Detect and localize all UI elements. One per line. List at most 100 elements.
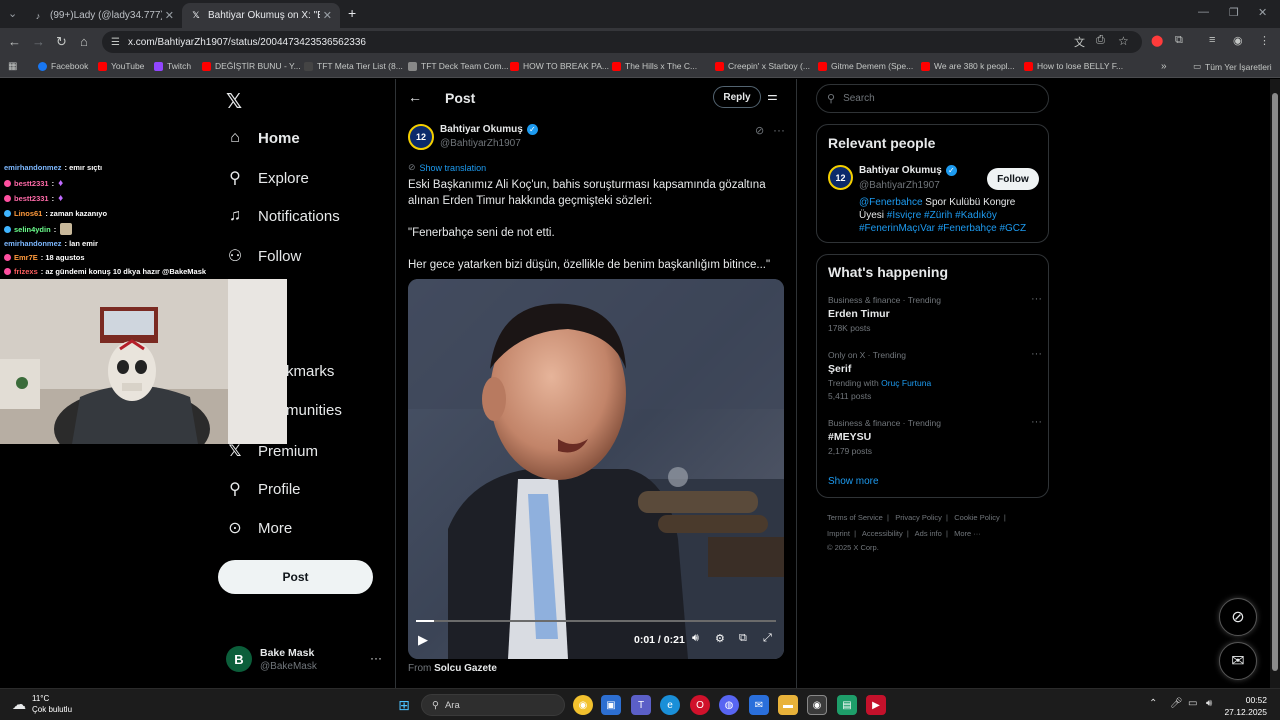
discord-icon[interactable]: ◍ [719,695,739,715]
picture-in-picture-icon[interactable]: ⧉ [739,632,747,645]
back-icon[interactable]: ← [8,34,21,49]
media-controls-icon[interactable]: ≡ [1209,34,1215,46]
edge-icon[interactable]: e [660,695,680,715]
more-dots-icon[interactable]: ··· [1031,348,1042,360]
bookmark-item[interactable]: Gitme Demem (Spe... [818,61,913,71]
trend-item[interactable]: Business & finance · Trending #MEYSU 2,1… [828,416,1042,456]
bookmark-item[interactable]: Facebook [38,61,88,71]
grok-icon[interactable]: ⊘ [755,124,764,137]
network-icon[interactable]: ▭ [1188,698,1197,709]
avatar[interactable]: 12 [408,124,434,150]
trend-item[interactable]: Only on X · Trending Şerif Trending with… [828,348,1042,401]
reply-button[interactable]: Reply [713,86,761,108]
media-player-icon[interactable]: ▶ [866,695,886,715]
more-dots-icon[interactable]: ··· [1031,293,1042,305]
tab-search-icon[interactable]: ⌄ [8,7,17,20]
footer-links[interactable]: Imprint | Accessibility | Ads info | Mor… [827,529,981,538]
trending-with-link[interactable]: Oruç Furtuna [881,378,931,388]
install-icon[interactable]: ⎙ [1096,34,1105,47]
person-handle[interactable]: @BahtiyarZh1907 [859,180,940,191]
microphone-icon[interactable]: 🎤︎ [1170,698,1183,709]
author-name-row[interactable]: Bahtiyar Okumuş ✓ [440,124,538,135]
all-bookmarks-folder[interactable]: ▭ Tüm Yer İşaretleri [1193,61,1272,72]
settings-gear-icon[interactable]: ⚙ [715,632,725,645]
person-name-row[interactable]: Bahtiyar Okumuş ✓ [859,165,957,176]
weather-widget[interactable]: ☁ 11°C Çok bulutlu [12,693,72,715]
bookmark-item[interactable]: TFT Meta Tier List (8... [304,61,403,71]
extensions-icon[interactable]: ⧉ [1175,34,1183,47]
bookmark-item[interactable]: TFT Deck Team Com... [408,61,509,71]
bookmark-item[interactable]: HOW TO BREAK PA... [510,61,609,71]
show-translation-link[interactable]: ⊘ Show translation [408,162,486,173]
trend-item[interactable]: Business & finance · Trending Erden Timu… [828,293,1042,333]
home-icon[interactable]: ⌂ [80,34,88,49]
scrollbar-thumb[interactable] [1272,93,1278,671]
opera-extension-icon[interactable]: ⬤ [1151,34,1163,47]
mail-icon[interactable]: ✉ [749,695,769,715]
volume-icon[interactable]: 🔊︎ [1206,698,1212,709]
more-dots-icon[interactable]: ··· [370,651,382,665]
fullscreen-icon[interactable]: ⤢ [763,632,772,645]
apps-icon[interactable]: ▦ [8,61,17,72]
bookmark-item[interactable]: Creepin' x Starboy (... [715,61,810,71]
account-switcher[interactable]: B Bake Mask @BakeMask ··· [226,646,382,672]
sidebar-item-profile[interactable]: ⚲ Profile [226,479,300,499]
app-icon[interactable]: ▤ [837,695,857,715]
new-tab-icon[interactable]: + [348,5,356,21]
show-more-link[interactable]: Show more [828,476,879,487]
close-icon[interactable]: ✕ [165,9,174,22]
system-clock[interactable]: 00:52 27.12.2025 [1221,694,1267,718]
bookmark-item[interactable]: How to lose BELLY F... [1024,61,1123,71]
translate-icon[interactable]: 文 [1074,34,1085,50]
more-bookmarks-icon[interactable]: » [1161,61,1167,72]
more-dots-icon[interactable]: ··· [773,123,785,137]
bookmark-item[interactable]: We are 380 k peopl... [921,61,1015,71]
grok-fab-icon[interactable]: ⊘ [1219,598,1257,636]
browser-menu-icon[interactable]: ⋮ [1259,34,1270,47]
store-icon[interactable]: ▣ [601,695,621,715]
tune-icon[interactable]: ⚌ [767,89,778,103]
sidebar-item-premium[interactable]: 𝕏 Premium [226,441,318,461]
sidebar-item-communities[interactable]: munities [286,402,342,419]
back-arrow-icon[interactable]: ← [408,89,422,105]
windows-start-icon[interactable]: ⊞ [394,695,414,715]
reload-icon[interactable]: ↻ [56,34,67,50]
forward-icon[interactable]: → [32,34,45,49]
close-icon[interactable]: ✕ [323,9,332,22]
file-explorer-icon[interactable]: ▬ [778,695,798,715]
window-close-icon[interactable]: ✕ [1258,6,1267,19]
post-button[interactable]: Post [218,560,373,594]
follow-button[interactable]: Follow [987,168,1039,190]
chrome-active-icon[interactable]: ◉ [807,695,827,715]
page-scrollbar[interactable] [1270,79,1280,688]
bookmark-item[interactable]: YouTube [98,61,144,71]
star-icon[interactable]: ☆ [1118,34,1129,48]
search-input[interactable]: ⚲ Search [816,84,1049,113]
tray-overflow-icon[interactable]: ⌃ [1149,698,1157,709]
maximize-icon[interactable]: ❐ [1229,6,1239,19]
minimize-icon[interactable]: — [1198,6,1209,18]
more-dots-icon[interactable]: ··· [1031,416,1042,428]
footer-links[interactable]: Terms of Service | Privacy Policy | Cook… [827,513,1006,522]
tab-x-post[interactable]: 𝕏 Bahtiyar Okumuş on X: "Eski Ba ✕ [182,3,340,28]
tab-tiktok[interactable]: ♪ (99+)Lady (@lady34.777) | TikTo ✕ [24,3,182,28]
bookmark-item[interactable]: The Hills x The C... [612,61,697,71]
profile-icon[interactable]: ◉ [1233,34,1243,47]
sidebar-item-more[interactable]: ⊙ More [226,518,292,538]
bio-mention-link[interactable]: @Fenerbahce [859,197,923,208]
video-progress-track[interactable] [416,620,776,622]
messages-fab-icon[interactable]: ✉ [1219,642,1257,680]
author-handle[interactable]: @BahtiyarZh1907 [440,138,521,149]
address-bar[interactable]: ☰ x.com/BahtiyarZh1907/status/2004473423… [102,31,1142,53]
bookmark-item[interactable]: DEĞİŞTİR BUNU - Y... [202,61,301,71]
sidebar-item-bookmarks[interactable]: kmarks [286,363,334,380]
site-info-icon[interactable]: ☰ [111,37,120,48]
taskbar-search-input[interactable]: ⚲ Ara [421,694,565,716]
bookmark-item[interactable]: Twitch [154,61,191,71]
volume-icon[interactable]: 🔊︎ [692,632,699,645]
avatar[interactable]: 12 [828,165,853,190]
opera-icon[interactable]: O [690,695,710,715]
play-icon[interactable]: ▶ [418,632,428,648]
from-source-link[interactable]: Solcu Gazete [434,663,497,674]
teams-icon[interactable]: T [631,695,651,715]
